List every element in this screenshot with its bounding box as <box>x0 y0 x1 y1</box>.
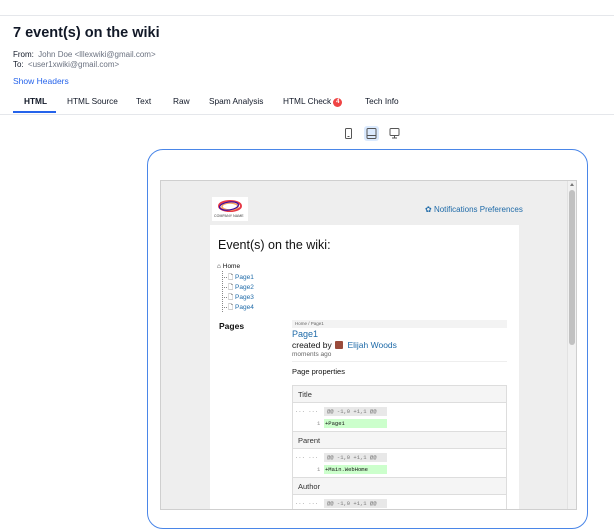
preview-scrollbar[interactable] <box>567 181 576 509</box>
created-by-label: created by <box>292 340 332 350</box>
property-name: Title <box>293 386 506 403</box>
tree-connector <box>222 287 227 288</box>
tab-label: Text <box>136 96 152 106</box>
page-title-link[interactable]: Page1 <box>292 329 318 339</box>
tab-spam-analysis[interactable]: Spam Analysis <box>209 91 263 113</box>
author-link[interactable]: Elijah Woods <box>347 340 396 350</box>
created-by-line: created by Elijah Woods <box>292 340 397 350</box>
tab-label: HTML <box>24 96 48 106</box>
email-preview-screen: COMPANY NAME ✿ Notifications Preferences… <box>160 180 577 510</box>
tab-html[interactable]: HTML <box>13 91 56 113</box>
tab-label: Raw <box>173 96 190 106</box>
tree-connector <box>222 297 227 298</box>
message-subject: 7 event(s) on the wiki <box>13 25 160 41</box>
diff-line-number: 1 <box>317 466 321 473</box>
tree-item-label: Page4 <box>235 304 254 311</box>
diff-line-number: 1 <box>317 420 321 427</box>
tree-item-label: Page3 <box>235 294 254 301</box>
home-icon: ⌂ <box>217 263 221 270</box>
diff-hunk-header: @@ -1,0 +1,1 @@ <box>324 453 387 462</box>
desktop-icon <box>389 128 400 139</box>
notifications-link-label: Notifications Preferences <box>433 205 523 214</box>
diff-hunk-header: @@ -1,0 +1,1 @@ <box>324 407 387 416</box>
diff-added-line: +Page1 <box>324 419 387 428</box>
properties-diff-table: Title ··· ··· @@ -1,0 +1,1 @@ 1 +Page1 P… <box>292 385 507 509</box>
tablet-view-button[interactable] <box>364 126 379 141</box>
tab-text[interactable]: Text <box>136 91 151 113</box>
top-bar <box>0 0 614 16</box>
document-icon: 🗋 <box>228 284 234 291</box>
html-check-count-badge: 4 <box>333 98 343 107</box>
notifications-preferences-link[interactable]: ✿ Notifications Preferences <box>425 205 523 214</box>
show-headers-link[interactable]: Show Headers <box>13 76 69 86</box>
tree-item-label: Page1 <box>235 274 254 281</box>
timestamp: moments ago <box>292 351 332 358</box>
property-diff: ··· ··· @@ -1,0 +1,1 @@ 1 +Main.WebHome <box>293 449 506 478</box>
tab-html-source[interactable]: HTML Source <box>67 91 118 113</box>
tab-label: Tech Info <box>365 96 399 106</box>
to-value: <user1xwiki@gmail.com> <box>27 60 120 69</box>
tabs-divider <box>0 114 614 115</box>
to-row: To: <user1xwiki@gmail.com> <box>13 60 119 69</box>
mobile-view-button[interactable] <box>341 126 356 141</box>
company-logo-icon <box>218 200 242 212</box>
tree-item-page4[interactable]: 🗋 Page4 <box>228 303 254 314</box>
from-row: From: John Doe <lllexwiki@gmail.com> <box>13 50 156 59</box>
tab-label: Spam Analysis <box>209 96 264 106</box>
avatar <box>335 341 344 349</box>
page-properties-title: Page properties <box>292 367 345 376</box>
tree-root-label: Home <box>222 263 241 270</box>
tree-connector <box>222 307 227 308</box>
tree-root: ⌂ Home <box>217 263 240 270</box>
property-diff: ··· ··· @@ -1,0 +1,1 @@ <box>293 495 506 509</box>
gear-icon: ✿ <box>425 205 432 214</box>
from-label: From: <box>13 50 34 59</box>
diff-hunk-header: @@ -1,0 +1,1 @@ <box>324 499 387 508</box>
tree-connector <box>222 277 227 278</box>
diff-ellipsis: ··· ··· <box>295 454 319 461</box>
events-heading: Event(s) on the wiki: <box>218 238 331 252</box>
tab-html-check[interactable]: HTML Check 4 <box>283 91 343 113</box>
property-name: Parent <box>293 432 506 449</box>
diff-added-line: +Main.WebHome <box>324 465 387 474</box>
company-logo: COMPANY NAME <box>212 197 248 221</box>
diff-ellipsis: ··· ··· <box>295 500 319 507</box>
document-icon: 🗋 <box>228 294 234 301</box>
company-name: COMPANY NAME <box>214 214 244 218</box>
document-icon: 🗋 <box>228 274 234 281</box>
breadcrumb: Home / Page1 <box>292 320 507 328</box>
email-content-card: Event(s) on the wiki: ⌂ Home 🗋 Page1 🗋 P… <box>210 225 519 509</box>
tab-raw[interactable]: Raw <box>173 91 190 113</box>
scroll-up-arrow-icon[interactable] <box>570 183 574 186</box>
mobile-icon <box>345 128 352 139</box>
tab-tech-info[interactable]: Tech Info <box>365 91 399 113</box>
document-icon: 🗋 <box>228 304 234 311</box>
tree-item-label: Page2 <box>235 284 254 291</box>
diff-ellipsis: ··· ··· <box>295 408 319 415</box>
section-divider <box>292 361 507 362</box>
property-name: Author <box>293 478 506 495</box>
tab-label: HTML Check <box>283 96 332 106</box>
property-diff: ··· ··· @@ -1,0 +1,1 @@ 1 +Page1 <box>293 403 506 432</box>
from-value: John Doe <lllexwiki@gmail.com> <box>38 50 156 59</box>
desktop-view-button[interactable] <box>387 126 402 141</box>
pages-section-label: Pages <box>219 321 245 331</box>
to-label: To: <box>13 60 24 69</box>
view-tabs: HTML HTML Source Text Raw Spam Analysis … <box>13 91 603 113</box>
tab-label: HTML Source <box>67 96 118 106</box>
scrollbar-thumb[interactable] <box>569 190 575 345</box>
tablet-icon <box>366 128 377 139</box>
